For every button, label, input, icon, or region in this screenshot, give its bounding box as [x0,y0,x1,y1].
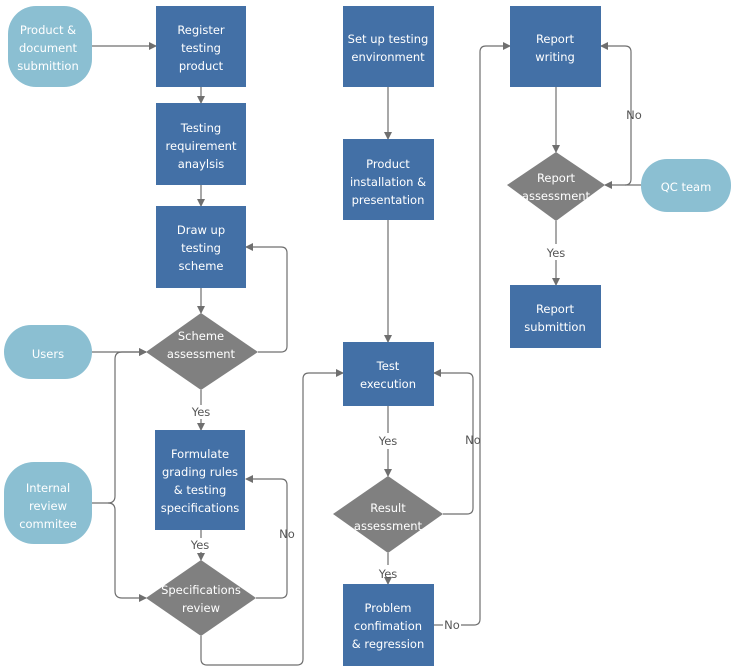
label-line: Users [32,347,64,361]
process-report-writing[interactable] [510,6,601,87]
label-line: Formulate [171,447,229,461]
edge-label-exec-yes: Yes [378,434,398,448]
label-line: commitee [19,517,77,531]
edge-internal-brace-up [92,348,147,504]
label-line: Product [366,157,410,171]
label-qc-team: QC team [661,180,712,194]
label-line: specifications [161,501,240,515]
label-line: Report [536,302,575,316]
label-line: review [182,601,220,615]
label-scheme: Draw up testing scheme [177,223,225,273]
label-line: execution [360,377,416,391]
label-line: scheme [179,259,224,273]
label-line: testing [181,41,221,55]
edge-label-spec-no: No [279,527,295,541]
label-line: Report [537,171,576,185]
label-line: assessment [167,347,236,361]
label-line: Register [177,23,225,37]
label-line: environment [351,50,425,64]
edge-internal-brace-down [107,502,147,602]
label-line: grading rules [162,465,238,479]
process-grading-rules[interactable] [155,430,245,530]
edge-label-grading-yes: Yes [190,538,210,552]
label-line: testing [181,241,221,255]
label-line: Report [536,32,575,46]
label-line: Scheme [178,329,224,343]
edge-label-scheme-yes: Yes [191,405,211,419]
label-line: Internal [26,481,70,495]
label-register: Register testing product [177,23,225,73]
label-line: Problem [364,601,411,615]
edge-label-result-no: No [465,433,481,447]
process-report-submission[interactable] [510,285,601,348]
label-line: & testing [174,483,227,497]
label-line: confimation [354,619,422,633]
label-line: Set up testing [348,32,429,46]
label-line: assessment [522,189,591,203]
label-line: submittion [524,320,586,334]
label-line: anaylsis [178,157,225,171]
decision-spec-review[interactable] [146,560,256,636]
label-users: Users [32,347,64,361]
label-line: document [19,41,78,55]
label-line: product [179,59,224,73]
label-line: assessment [354,519,423,533]
flowchart-canvas: Product & document submittion Register test… [4,6,731,666]
process-test-execution[interactable] [343,342,434,406]
label-product-submission: Product & document submittion [17,23,79,73]
label-line: Specifications [161,583,241,597]
edge-label-problem-no: No [444,618,460,632]
edge-problem-no-to-report [461,42,511,626]
edge-label-result-yes: Yes [378,567,398,581]
label-line: Product & [20,23,76,37]
label-line: presentation [352,193,425,207]
label-line: installation & [350,175,426,189]
label-line: QC team [661,180,712,194]
label-line: requirement [166,139,237,153]
process-setup-env[interactable] [343,6,434,87]
decision-report-assessment[interactable] [507,152,605,221]
label-line: Draw up [177,223,225,237]
label-line: & regression [352,637,425,651]
label-line: Test [376,359,400,373]
label-line: Testing [180,121,221,135]
label-line: Result [370,501,406,515]
label-line: submittion [17,59,79,73]
edge-label-report-no: No [626,108,642,122]
edge-label-report-yes: Yes [546,246,566,260]
edge-assessment-no-loop [245,243,288,353]
label-line: review [29,499,67,513]
label-line: writing [535,50,575,64]
